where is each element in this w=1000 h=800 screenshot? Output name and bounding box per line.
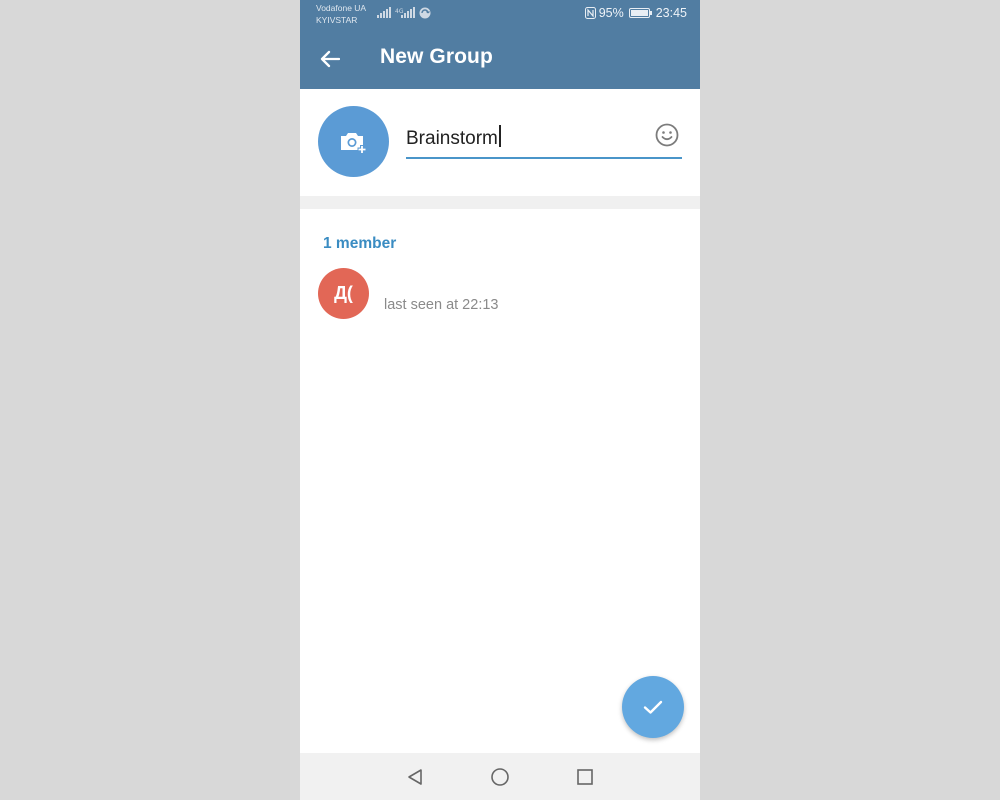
- nav-recents-button[interactable]: [574, 766, 596, 788]
- check-icon: [643, 700, 663, 714]
- signal-2-icon: 4G: [395, 7, 415, 18]
- battery-icon: [628, 8, 652, 18]
- carrier-2: KYIVSTAR: [316, 15, 358, 25]
- system-nav-bar: [300, 753, 700, 800]
- status-bar: Vodafone UA KYIVSTAR 4G 95% 23:45: [300, 0, 700, 28]
- sync-icon: [419, 7, 431, 19]
- smiley-icon: [655, 123, 679, 147]
- battery-percent: 95%: [598, 6, 624, 20]
- nav-home-button[interactable]: [489, 766, 511, 788]
- member-last-seen: last seen at 22:13: [384, 297, 499, 313]
- avatar-initials: Д(: [334, 283, 353, 303]
- emoji-button[interactable]: [654, 122, 680, 148]
- triangle-back-icon: [408, 769, 422, 785]
- section-divider: [300, 196, 700, 209]
- circle-home-icon: [491, 768, 509, 786]
- app-bar: New Group: [300, 28, 700, 89]
- carrier-1: Vodafone UA: [316, 3, 367, 13]
- square-recents-icon: [577, 769, 593, 785]
- nfc-icon: [584, 7, 596, 19]
- create-group-button[interactable]: [622, 676, 684, 738]
- status-time: 23:45: [655, 6, 687, 20]
- status-right: 95% 23:45: [584, 6, 687, 20]
- set-photo-button[interactable]: [318, 106, 389, 177]
- members-count-header: 1 member: [323, 235, 397, 252]
- carrier-info: Vodafone UA KYIVSTAR: [316, 2, 366, 26]
- group-name-value: Brainstorm: [406, 128, 498, 149]
- member-list-item[interactable]: Д( last seen at 22:13: [300, 265, 700, 325]
- phone-screen: Vodafone UA KYIVSTAR 4G 95% 23:45 New Gr…: [300, 0, 700, 800]
- group-header: Brainstorm: [300, 89, 700, 196]
- group-name-input[interactable]: Brainstorm: [406, 125, 646, 153]
- page-title: New Group: [380, 45, 493, 68]
- arrow-left-icon: [320, 50, 340, 68]
- camera-add-icon: [340, 132, 366, 154]
- nav-back-button[interactable]: [404, 766, 426, 788]
- text-caret: [498, 125, 501, 147]
- back-button[interactable]: [314, 43, 346, 75]
- avatar: Д(: [318, 268, 369, 319]
- group-name-field[interactable]: Brainstorm: [406, 123, 682, 159]
- signal-1-icon: [377, 7, 391, 18]
- svg-text:4G: 4G: [395, 8, 404, 15]
